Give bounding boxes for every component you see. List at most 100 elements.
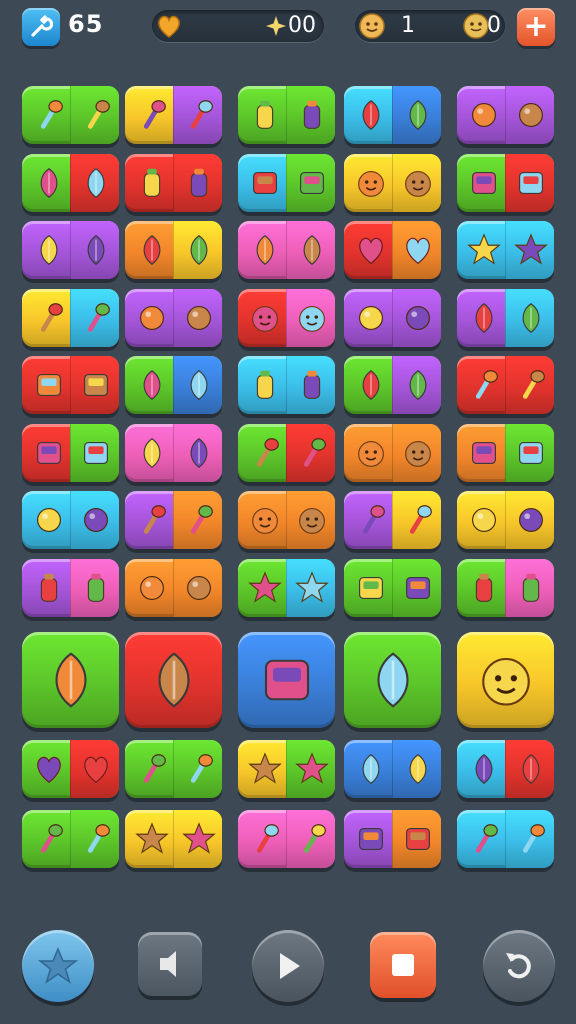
bell-icon — [246, 366, 284, 408]
game-tile[interactable] — [344, 86, 441, 144]
heart-leaf-icon — [399, 231, 437, 273]
game-tile[interactable] — [457, 423, 554, 482]
leaf-icon — [465, 299, 503, 341]
game-tile[interactable] — [457, 153, 554, 212]
berry-icon — [399, 299, 437, 341]
radio-icon — [465, 434, 503, 476]
game-tile[interactable] — [457, 86, 554, 144]
pumpkin-icon — [471, 645, 541, 719]
game-tile[interactable] — [238, 288, 335, 347]
game-tile[interactable] — [344, 558, 441, 617]
leaf-icon — [133, 231, 171, 273]
microphone-icon — [293, 820, 331, 862]
game-tile[interactable] — [22, 288, 119, 347]
heart-leaf-icon — [352, 231, 390, 273]
robot-icon — [30, 434, 68, 476]
big-tile[interactable] — [457, 632, 554, 728]
microphone-icon — [512, 366, 550, 408]
sound-button[interactable] — [138, 932, 202, 996]
leaf-icon — [180, 231, 218, 273]
door-icon — [30, 366, 68, 408]
game-tile[interactable] — [457, 221, 554, 279]
carrot-icon — [293, 434, 331, 476]
undo-button[interactable] — [483, 930, 555, 1002]
stop-button[interactable] — [370, 932, 436, 998]
lemon-icon — [133, 569, 171, 611]
game-tile[interactable] — [22, 221, 119, 279]
game-tile[interactable] — [22, 86, 119, 144]
game-tile[interactable] — [125, 423, 222, 482]
game-tile[interactable] — [344, 423, 441, 482]
chocolate-icon — [133, 366, 171, 408]
game-tile[interactable] — [238, 356, 335, 414]
game-tile[interactable] — [22, 423, 119, 482]
game-tile[interactable] — [238, 86, 335, 144]
game-tile[interactable] — [22, 356, 119, 414]
leaf-icon — [77, 231, 115, 273]
add-coins-button[interactable]: + — [517, 8, 555, 46]
game-tile[interactable] — [344, 740, 441, 798]
big-tile[interactable] — [238, 632, 335, 728]
game-tile[interactable] — [457, 740, 554, 798]
jar-icon — [180, 164, 218, 206]
game-tile[interactable] — [125, 153, 222, 212]
smiley-icon — [399, 434, 437, 476]
book-icon — [399, 820, 437, 862]
game-tile[interactable] — [125, 740, 222, 798]
game-tile[interactable] — [238, 491, 335, 549]
game-tile[interactable] — [125, 86, 222, 144]
game-tile[interactable] — [344, 491, 441, 549]
game-tile[interactable] — [22, 153, 119, 212]
game-tile[interactable] — [125, 221, 222, 279]
game-tile[interactable] — [457, 356, 554, 414]
game-tile[interactable] — [238, 740, 335, 798]
big-tile[interactable] — [344, 632, 441, 728]
radio-icon — [512, 434, 550, 476]
game-tile[interactable] — [344, 221, 441, 279]
star-icon — [246, 750, 284, 792]
smiley-icon — [352, 164, 390, 206]
game-tile[interactable] — [457, 491, 554, 549]
ghost-icon — [293, 501, 331, 543]
carrot-icon — [30, 96, 68, 138]
leaf-icon — [352, 366, 390, 408]
ice-cream-icon — [77, 299, 115, 341]
game-tile[interactable] — [344, 810, 441, 868]
hearts-value: 00 — [288, 13, 316, 38]
game-tile[interactable] — [238, 558, 335, 617]
game-tile[interactable] — [238, 810, 335, 868]
game-tile[interactable] — [457, 810, 554, 868]
game-tile[interactable] — [125, 558, 222, 617]
shell-icon — [139, 645, 209, 719]
game-tile[interactable] — [125, 810, 222, 868]
game-tile[interactable] — [344, 356, 441, 414]
game-tile[interactable] — [344, 153, 441, 212]
game-tile[interactable] — [22, 558, 119, 617]
game-tile[interactable] — [344, 288, 441, 347]
game-tile[interactable] — [22, 810, 119, 868]
microphone-icon — [30, 820, 68, 862]
wrench-icon — [31, 15, 53, 37]
undo-icon — [506, 953, 531, 979]
game-tile[interactable] — [22, 740, 119, 798]
leaf-icon — [352, 96, 390, 138]
big-tile[interactable] — [125, 632, 222, 728]
tools-button[interactable] — [22, 8, 60, 46]
game-tile[interactable] — [22, 491, 119, 549]
candy-icon — [465, 96, 503, 138]
favorite-button[interactable] — [22, 930, 94, 1002]
game-tile[interactable] — [457, 288, 554, 347]
stop-icon — [392, 954, 414, 976]
game-tile[interactable] — [125, 491, 222, 549]
game-tile[interactable] — [238, 153, 335, 212]
game-tile[interactable] — [238, 423, 335, 482]
carrot-icon — [77, 96, 115, 138]
game-tile[interactable] — [125, 288, 222, 347]
carrot-icon — [246, 434, 284, 476]
game-tile[interactable] — [457, 558, 554, 617]
big-tile[interactable] — [22, 632, 119, 728]
play-button[interactable] — [252, 930, 324, 1002]
game-tile[interactable] — [238, 221, 335, 279]
ghost-icon — [246, 501, 284, 543]
game-tile[interactable] — [125, 356, 222, 414]
